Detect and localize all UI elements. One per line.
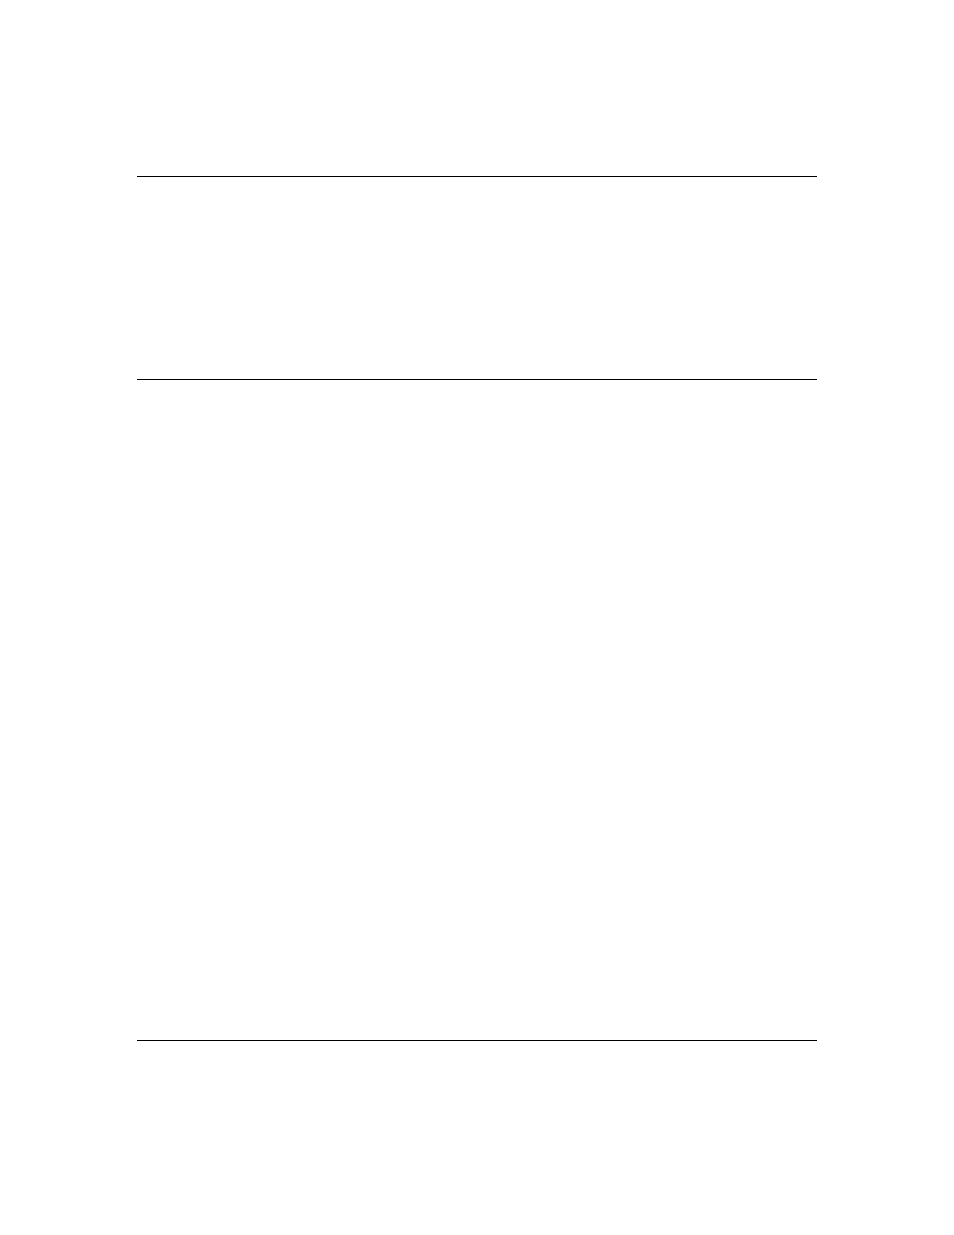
horizontal-rule-bottom: [137, 1040, 817, 1041]
horizontal-rule-top: [137, 176, 817, 177]
horizontal-rule-middle: [137, 379, 817, 380]
